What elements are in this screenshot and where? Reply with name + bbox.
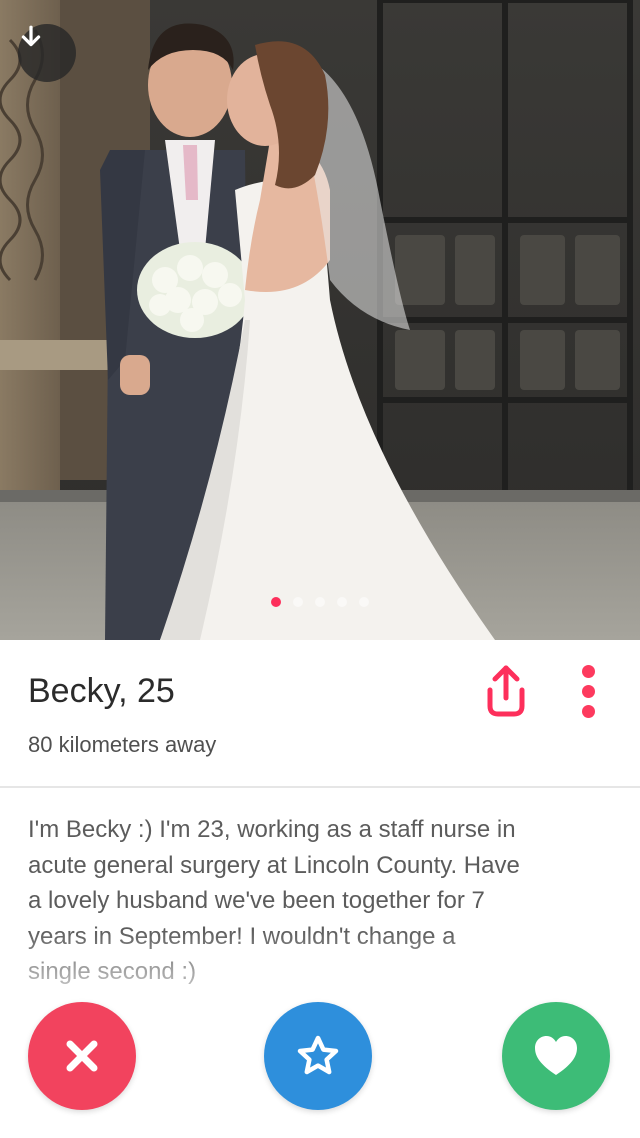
- profile-photo[interactable]: [0, 0, 640, 640]
- super-like-button[interactable]: [264, 1002, 372, 1110]
- photo-dot-3[interactable]: [315, 597, 325, 607]
- photo-dot-4[interactable]: [337, 597, 347, 607]
- more-vertical-icon: [581, 664, 595, 678]
- profile-bio: I'm Becky :) I'm 23, working as a staff …: [28, 816, 520, 985]
- share-button[interactable]: [478, 662, 534, 722]
- x-icon: [66, 1040, 98, 1072]
- photo-dot-5[interactable]: [359, 597, 369, 607]
- photo-dot-1[interactable]: [271, 597, 281, 607]
- photo-pagination: [0, 597, 640, 607]
- arrow-down-icon: [21, 25, 41, 47]
- more-options-button[interactable]: [570, 660, 606, 722]
- more-dot: [581, 704, 595, 718]
- back-button[interactable]: [18, 24, 76, 82]
- star-icon: [297, 1035, 339, 1075]
- more-dot: [581, 684, 595, 698]
- divider: [0, 786, 640, 788]
- nope-button[interactable]: [28, 1002, 136, 1110]
- wedding-photo-image: [0, 0, 640, 640]
- like-button[interactable]: [502, 1002, 610, 1110]
- heart-icon: [535, 1036, 577, 1075]
- profile-name-age: Becky, 25: [28, 672, 175, 710]
- share-icon: [487, 665, 525, 717]
- profile-header: [0, 640, 640, 786]
- profile-distance: 80 kilometers away: [28, 732, 217, 757]
- photo-dot-2[interactable]: [293, 597, 303, 607]
